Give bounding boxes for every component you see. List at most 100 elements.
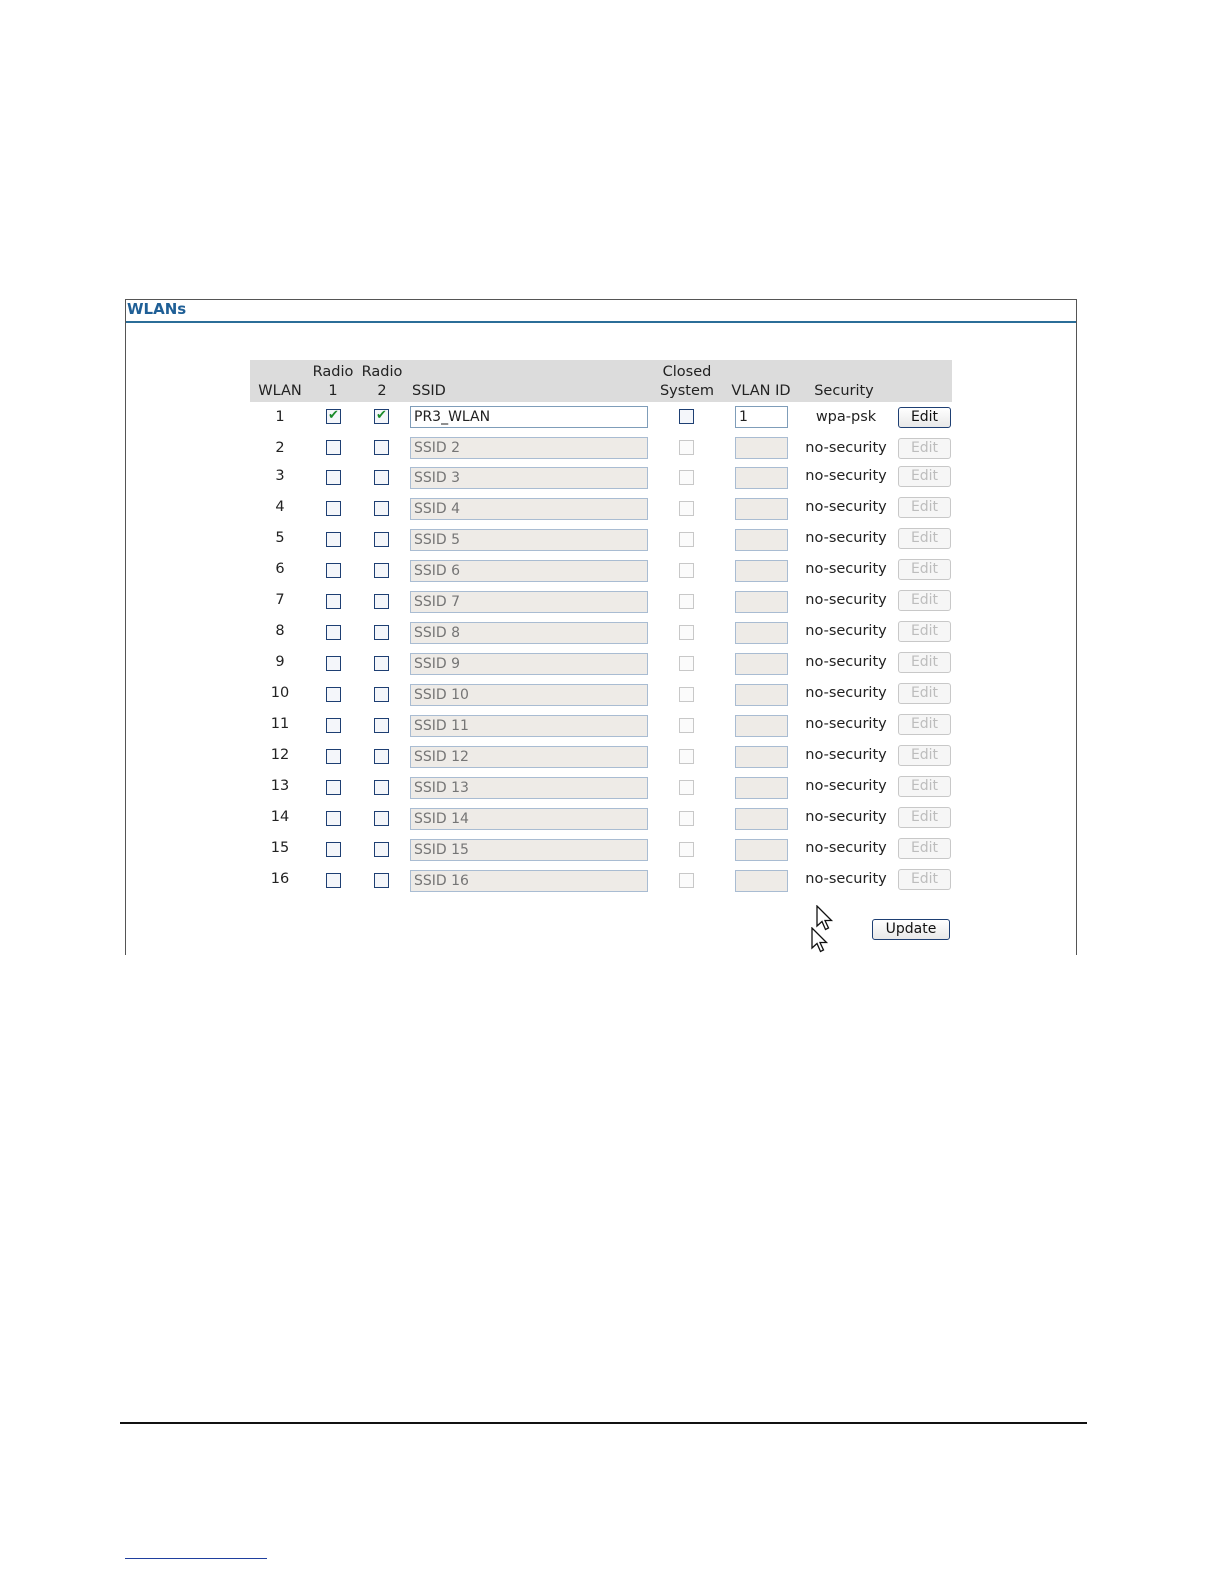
radio1-checkbox[interactable] bbox=[326, 470, 341, 485]
edit-button[interactable]: Edit bbox=[898, 559, 951, 580]
edit-button[interactable]: Edit bbox=[898, 652, 951, 673]
radio2-checkbox[interactable] bbox=[374, 563, 389, 578]
ssid-input[interactable] bbox=[410, 529, 648, 551]
edit-button[interactable]: Edit bbox=[898, 745, 951, 766]
closed-system-checkbox[interactable] bbox=[679, 718, 694, 733]
update-button[interactable]: Update bbox=[872, 919, 950, 940]
vlan-id-input[interactable] bbox=[735, 870, 788, 892]
radio1-checkbox[interactable] bbox=[326, 625, 341, 640]
radio1-checkbox[interactable] bbox=[326, 407, 341, 425]
vlan-id-input[interactable] bbox=[735, 715, 788, 737]
closed-system-checkbox[interactable] bbox=[679, 625, 694, 640]
closed-system-checkbox[interactable] bbox=[679, 749, 694, 764]
closed-system-checkbox[interactable] bbox=[679, 532, 694, 547]
edit-button[interactable]: Edit bbox=[898, 838, 951, 859]
closed-system-checkbox[interactable] bbox=[679, 501, 694, 516]
edit-button[interactable]: Edit bbox=[898, 683, 951, 704]
edit-button[interactable]: Edit bbox=[898, 438, 951, 459]
edit-button[interactable]: Edit bbox=[898, 590, 951, 611]
radio2-checkbox[interactable] bbox=[374, 407, 389, 425]
closed-system-checkbox[interactable] bbox=[679, 873, 694, 888]
radio1-checkbox[interactable] bbox=[326, 811, 341, 826]
radio1-checkbox[interactable] bbox=[326, 842, 341, 857]
vlan-id-input[interactable] bbox=[735, 808, 788, 830]
radio1-checkbox[interactable] bbox=[326, 656, 341, 671]
closed-system-checkbox[interactable] bbox=[679, 687, 694, 702]
edit-button[interactable]: Edit bbox=[898, 776, 951, 797]
ssid-input[interactable] bbox=[410, 498, 648, 520]
vlan-id-input[interactable] bbox=[735, 498, 788, 520]
edit-button[interactable]: Edit bbox=[898, 714, 951, 735]
radio2-checkbox[interactable] bbox=[374, 842, 389, 857]
radio2-checkbox[interactable] bbox=[374, 501, 389, 516]
vlan-id-input[interactable] bbox=[735, 839, 788, 861]
edit-button[interactable]: Edit bbox=[898, 621, 951, 642]
ssid-input[interactable] bbox=[410, 406, 648, 428]
ssid-input[interactable] bbox=[410, 591, 648, 613]
radio2-checkbox[interactable] bbox=[374, 440, 389, 455]
closed-system-checkbox[interactable] bbox=[679, 811, 694, 826]
closed-system-checkbox[interactable] bbox=[679, 594, 694, 609]
vlan-id-input[interactable] bbox=[735, 406, 788, 428]
ssid-input[interactable] bbox=[410, 560, 648, 582]
edit-button[interactable]: Edit bbox=[898, 869, 951, 890]
radio1-checkbox[interactable] bbox=[326, 873, 341, 888]
edit-button[interactable]: Edit bbox=[898, 497, 951, 518]
radio2-checkbox[interactable] bbox=[374, 749, 389, 764]
radio1-checkbox[interactable] bbox=[326, 594, 341, 609]
vlan-id-input[interactable] bbox=[735, 591, 788, 613]
vlan-id-input[interactable] bbox=[735, 467, 788, 489]
closed-system-checkbox[interactable] bbox=[679, 842, 694, 857]
closed-system-checkbox[interactable] bbox=[679, 563, 694, 578]
radio1-checkbox[interactable] bbox=[326, 563, 341, 578]
radio2-checkbox[interactable] bbox=[374, 718, 389, 733]
radio2-checkbox[interactable] bbox=[374, 873, 389, 888]
edit-button[interactable]: Edit bbox=[898, 807, 951, 828]
radio1-checkbox[interactable] bbox=[326, 440, 341, 455]
edit-button[interactable]: Edit bbox=[898, 407, 951, 428]
closed-system-checkbox[interactable] bbox=[679, 656, 694, 671]
radio2-checkbox[interactable] bbox=[374, 470, 389, 485]
radio2-checkbox[interactable] bbox=[374, 811, 389, 826]
edit-button[interactable]: Edit bbox=[898, 466, 951, 487]
vlan-id-input[interactable] bbox=[735, 746, 788, 768]
ssid-input[interactable] bbox=[410, 777, 648, 799]
radio2-checkbox[interactable] bbox=[374, 656, 389, 671]
closed-system-checkbox[interactable] bbox=[679, 409, 694, 424]
radio1-checkbox[interactable] bbox=[326, 749, 341, 764]
ssid-input[interactable] bbox=[410, 746, 648, 768]
radio1-checkbox[interactable] bbox=[326, 532, 341, 547]
radio2-checkbox[interactable] bbox=[374, 532, 389, 547]
ssid-input[interactable] bbox=[410, 684, 648, 706]
radio1-checkbox[interactable] bbox=[326, 687, 341, 702]
ssid-input[interactable] bbox=[410, 653, 648, 675]
radio1-checkbox[interactable] bbox=[326, 501, 341, 516]
ssid-input[interactable] bbox=[410, 622, 648, 644]
radio2-checkbox[interactable] bbox=[374, 687, 389, 702]
edit-button[interactable]: Edit bbox=[898, 528, 951, 549]
radio1-checkbox[interactable] bbox=[326, 718, 341, 733]
radio2-checkbox[interactable] bbox=[374, 625, 389, 640]
vlan-id-input[interactable] bbox=[735, 529, 788, 551]
ssid-input[interactable] bbox=[410, 839, 648, 861]
vlan-id-input[interactable] bbox=[735, 560, 788, 582]
radio1-checkbox[interactable] bbox=[326, 780, 341, 795]
wlan-number: 14 bbox=[270, 809, 290, 825]
radio2-checkbox[interactable] bbox=[374, 594, 389, 609]
wlan-number: 6 bbox=[275, 561, 285, 577]
header-radio2-line2: 2 bbox=[377, 383, 387, 399]
closed-system-checkbox[interactable] bbox=[679, 440, 694, 455]
closed-system-checkbox[interactable] bbox=[679, 780, 694, 795]
ssid-input[interactable] bbox=[410, 437, 648, 459]
vlan-id-input[interactable] bbox=[735, 777, 788, 799]
ssid-input[interactable] bbox=[410, 715, 648, 737]
vlan-id-input[interactable] bbox=[735, 437, 788, 459]
ssid-input[interactable] bbox=[410, 870, 648, 892]
ssid-input[interactable] bbox=[410, 467, 648, 489]
vlan-id-input[interactable] bbox=[735, 684, 788, 706]
vlan-id-input[interactable] bbox=[735, 622, 788, 644]
ssid-input[interactable] bbox=[410, 808, 648, 830]
vlan-id-input[interactable] bbox=[735, 653, 788, 675]
closed-system-checkbox[interactable] bbox=[679, 470, 694, 485]
radio2-checkbox[interactable] bbox=[374, 780, 389, 795]
